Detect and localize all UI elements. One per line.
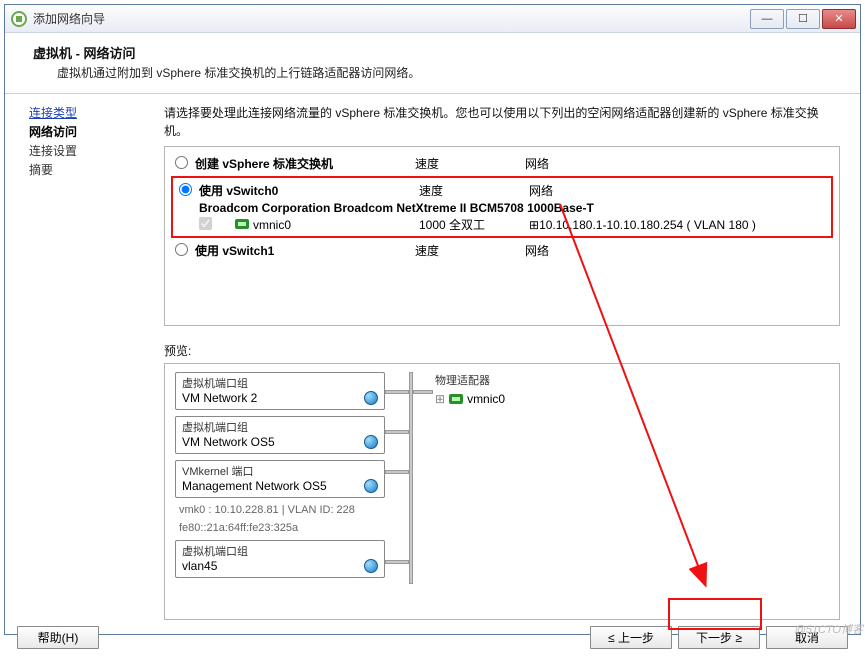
step-connection-settings: 连接设置 (29, 142, 150, 159)
titlebar: 添加网络向导 — ☐ ✕ (5, 5, 860, 33)
wizard-window: 添加网络向导 — ☐ ✕ 虚拟机 - 网络访问 虚拟机通过附加到 vSphere… (4, 4, 861, 635)
globe-icon (364, 479, 378, 493)
nic-network: ⊞10.10.180.1-10.10.180.254 ( VLAN 180 ) (529, 218, 829, 232)
instruction-text: 请选择要处理此连接网络流量的 vSphere 标准交换机。您也可以使用以下列出的… (164, 104, 840, 140)
step-connection-type[interactable]: 连接类型 (29, 104, 150, 121)
portgroup-box: 虚拟机端口组 VM Network 2 (175, 372, 385, 410)
globe-icon (364, 559, 378, 573)
next-button[interactable]: 下一步 ≥ (678, 626, 760, 649)
vmk-meta: fe80::21a:64ff:fe23:325a (179, 522, 385, 534)
col-speed: 速度 (419, 182, 529, 199)
help-button[interactable]: 帮助(H) (17, 626, 99, 649)
page-subtitle: 虚拟机通过附加到 vSphere 标准交换机的上行链路适配器访问网络。 (57, 64, 844, 81)
phys-adapters-label: 物理适配器 (435, 372, 505, 388)
page-title: 虚拟机 - 网络访问 (33, 43, 844, 62)
portgroup-box: VMkernel 端口 Management Network OS5 (175, 460, 385, 498)
nic-row: vmnic0 1000 全双工 ⊞10.10.180.1-10.10.180.2… (175, 215, 829, 234)
col-speed: 速度 (415, 242, 525, 259)
col-speed: 速度 (415, 155, 525, 172)
radio-use-vswitch0[interactable] (179, 183, 192, 196)
pg-type-label: VMkernel 端口 (182, 463, 378, 479)
vmk-meta: vmk0 : 10.10.228.81 | VLAN ID: 228 (179, 504, 385, 516)
vswitch-spine (385, 372, 435, 584)
preview-diagram: 虚拟机端口组 VM Network 2 虚拟机端口组 VM Network OS… (175, 372, 829, 584)
wizard-body: 连接类型 网络访问 连接设置 摘要 请选择要处理此连接网络流量的 vSphere… (5, 94, 860, 624)
radio-use-vswitch1[interactable] (175, 243, 188, 256)
option-use-vswitch1[interactable]: 使用 vSwitch1 速度 网络 (171, 240, 833, 261)
physical-adapters-col: 物理适配器 ⊞ vmnic0 (435, 372, 505, 584)
option-create-vswitch[interactable]: 创建 vSphere 标准交换机 速度 网络 (171, 153, 833, 174)
wizard-steps: 连接类型 网络访问 连接设置 摘要 (5, 94, 160, 624)
highlight-box: 使用 vSwitch0 速度 网络 Broadcom Corporation B… (171, 176, 833, 238)
pg-name: VM Network OS5 (182, 435, 275, 449)
pg-name: Management Network OS5 (182, 479, 327, 493)
preview-label: 预览: (164, 342, 840, 359)
nic-name: vmnic0 (253, 218, 419, 232)
maximize-button[interactable]: ☐ (786, 9, 820, 29)
window-title: 添加网络向导 (33, 10, 748, 27)
portgroups-col: 虚拟机端口组 VM Network 2 虚拟机端口组 VM Network OS… (175, 372, 385, 584)
pg-name: VM Network 2 (182, 391, 257, 405)
nic-speed: 1000 全双工 (419, 216, 529, 233)
step-summary: 摘要 (29, 161, 150, 178)
pg-type-label: 虚拟机端口组 (182, 543, 378, 559)
nic-icon (235, 219, 249, 229)
option-label: 使用 vSwitch1 (195, 242, 415, 259)
radio-create-vswitch[interactable] (175, 156, 188, 169)
nic-icon (449, 394, 463, 404)
globe-icon (364, 435, 378, 449)
close-button[interactable]: ✕ (822, 9, 856, 29)
back-button[interactable]: ≤ 上一步 (590, 626, 672, 649)
pg-name: vlan45 (182, 559, 217, 573)
preview-panel: 虚拟机端口组 VM Network 2 虚拟机端口组 VM Network OS… (164, 363, 840, 620)
watermark: @51CTO博客 (795, 621, 863, 637)
step-network-access: 网络访问 (29, 123, 150, 140)
physical-adapter: ⊞ vmnic0 (435, 392, 505, 406)
app-icon (11, 11, 27, 27)
portgroup-box: 虚拟机端口组 vlan45 (175, 540, 385, 578)
option-use-vswitch0[interactable]: 使用 vSwitch0 速度 网络 (175, 180, 829, 201)
col-network: 网络 (525, 242, 805, 259)
portgroup-box: 虚拟机端口组 VM Network OS5 (175, 416, 385, 454)
pg-type-label: 虚拟机端口组 (182, 375, 378, 391)
option-label: 使用 vSwitch0 (199, 182, 419, 199)
main-panel: 请选择要处理此连接网络流量的 vSphere 标准交换机。您也可以使用以下列出的… (160, 94, 860, 624)
vswitch-option-list: 创建 vSphere 标准交换机 速度 网络 使用 vSwitch0 速度 网络… (164, 146, 840, 326)
pg-type-label: 虚拟机端口组 (182, 419, 378, 435)
globe-icon (364, 391, 378, 405)
phys-name: vmnic0 (467, 392, 505, 406)
minimize-button[interactable]: — (750, 9, 784, 29)
wizard-header: 虚拟机 - 网络访问 虚拟机通过附加到 vSphere 标准交换机的上行链路适配… (5, 33, 860, 94)
nic-checkbox[interactable] (199, 217, 212, 230)
col-network: 网络 (525, 155, 805, 172)
col-network: 网络 (529, 182, 809, 199)
adapter-description: Broadcom Corporation Broadcom NetXtreme … (175, 201, 829, 215)
wizard-footer: 帮助(H) ≤ 上一步 下一步 ≥ 取消 (5, 624, 860, 658)
window-buttons: — ☐ ✕ (748, 9, 856, 29)
option-label: 创建 vSphere 标准交换机 (195, 155, 415, 172)
